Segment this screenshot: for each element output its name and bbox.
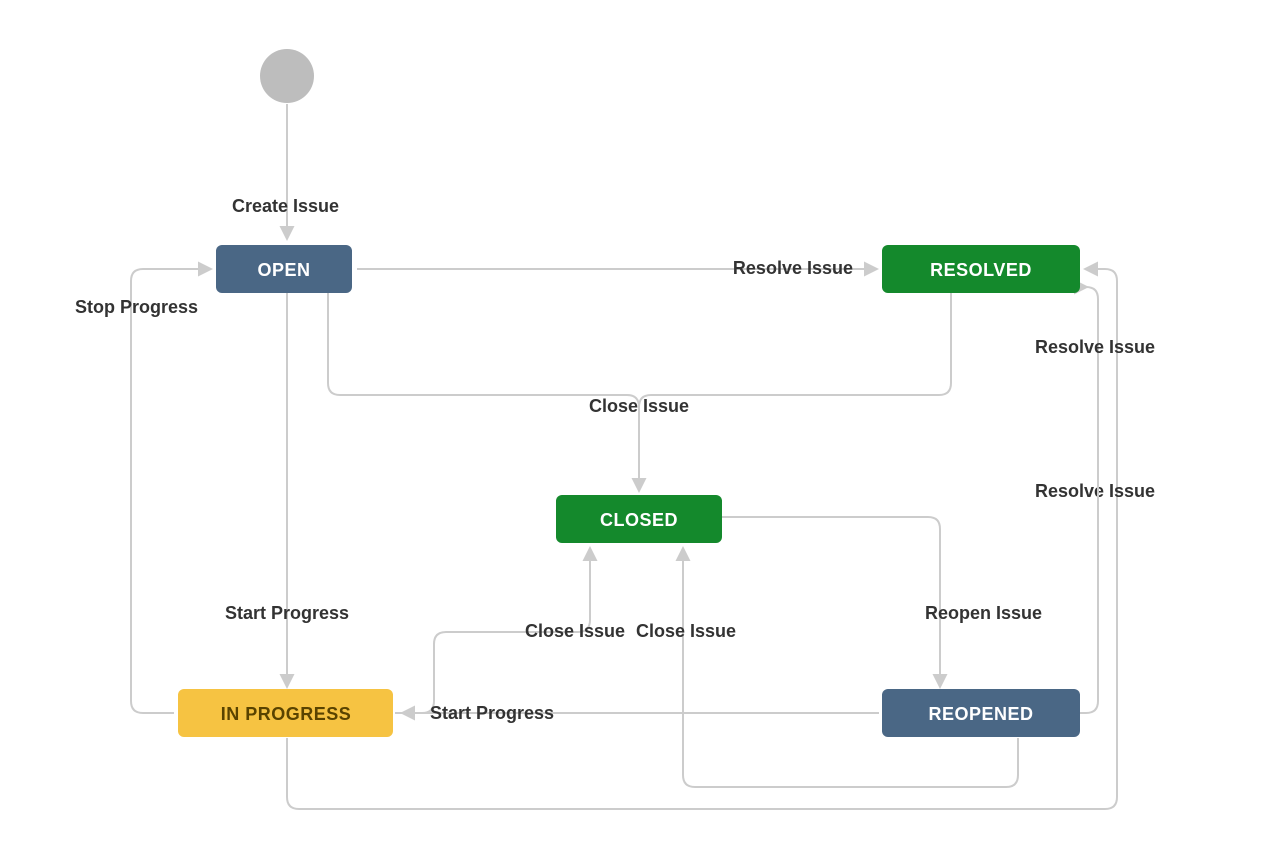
- label-resolve-reopened: Resolve Issue: [1035, 337, 1155, 357]
- label-stop-progress: Stop Progress: [75, 297, 198, 317]
- svg-text:REOPENED: REOPENED: [928, 704, 1033, 724]
- state-resolved: RESOLVED: [882, 245, 1080, 293]
- svg-text:RESOLVED: RESOLVED: [930, 260, 1032, 280]
- edge-close-open: [328, 293, 639, 490]
- edge-reopen: [722, 517, 940, 686]
- label-close-ip: Close Issue: [525, 621, 625, 641]
- svg-text:IN PROGRESS: IN PROGRESS: [221, 704, 352, 724]
- label-start-progress-reopened: Start Progress: [430, 703, 554, 723]
- label-resolve-inprogress: Resolve Issue: [1035, 481, 1155, 501]
- label-create-issue: Create Issue: [232, 196, 339, 216]
- state-closed: CLOSED: [556, 495, 722, 543]
- label-start-progress-open: Start Progress: [225, 603, 349, 623]
- state-in-progress: IN PROGRESS: [178, 689, 393, 737]
- state-open: OPEN: [216, 245, 352, 293]
- workflow-diagram: Create Issue Resolve Issue Stop Progress…: [0, 0, 1268, 853]
- edge-stop-progress: [131, 269, 210, 713]
- label-resolve-open: Resolve Issue: [733, 258, 853, 278]
- svg-text:CLOSED: CLOSED: [600, 510, 678, 530]
- svg-text:OPEN: OPEN: [257, 260, 310, 280]
- edge-close-resolved: [639, 293, 951, 490]
- label-reopen: Reopen Issue: [925, 603, 1042, 623]
- start-node: [260, 49, 314, 103]
- label-close-reopened: Close Issue: [636, 621, 736, 641]
- edge-close-reopened: [683, 549, 1018, 787]
- state-reopened: REOPENED: [882, 689, 1080, 737]
